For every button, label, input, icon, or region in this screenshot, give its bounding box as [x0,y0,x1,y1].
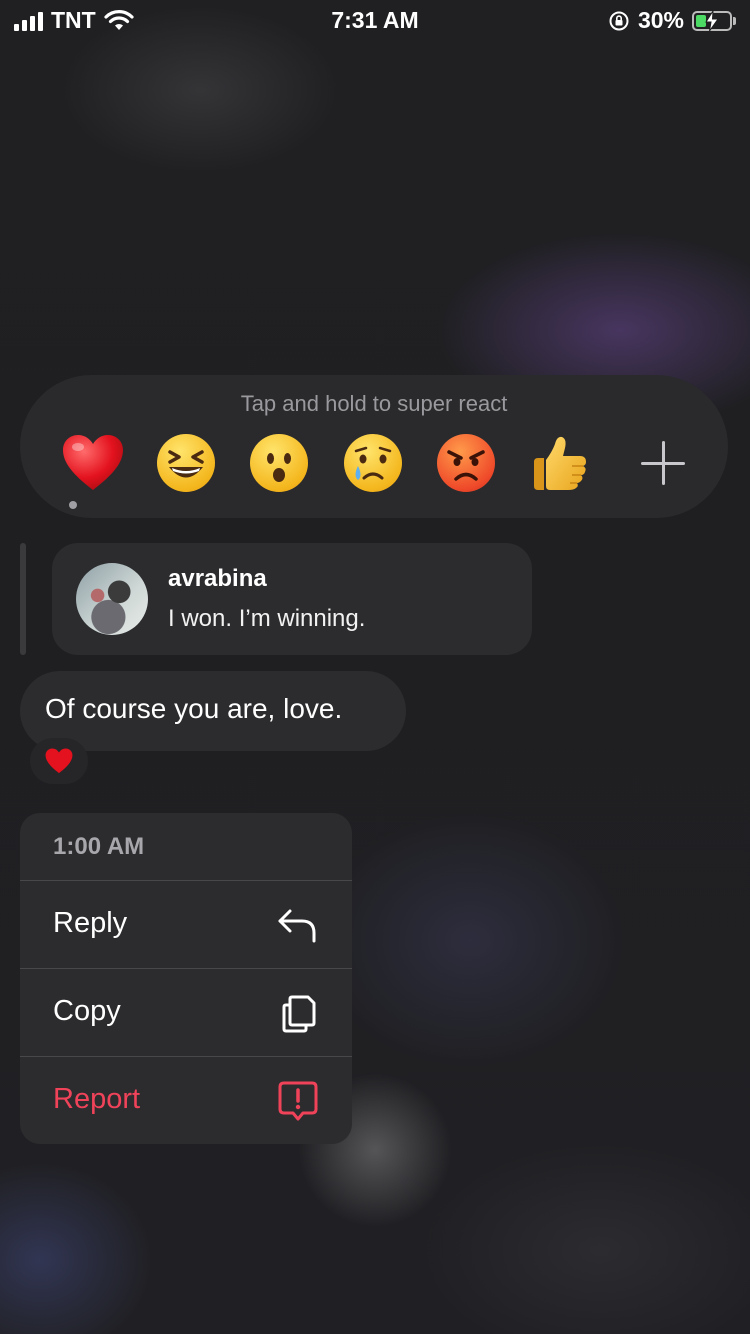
selected-reaction-indicator [69,501,77,509]
report-menu-item[interactable]: Report [20,1056,352,1144]
quote-indicator-line [20,543,26,655]
battery-cap [733,16,736,25]
copy-label: Copy [53,995,121,1027]
super-react-hint: Tap and hold to super react [240,391,508,416]
message-bubble[interactable]: Of course you are, love. [20,671,406,751]
message-timestamp: 1:00 AM [53,833,145,860]
reply-label: Reply [53,907,128,939]
angry-emoji-icon [437,434,495,492]
copy-icon [282,995,316,1033]
charging-bolt-icon [705,10,719,31]
crying-emoji-icon [344,434,402,492]
message-context-menu: 1:00 AM Reply Copy Report [20,813,352,1144]
status-right: 30% [608,7,736,34]
quoted-username: avrabina [168,565,267,592]
heart-emoji-icon [63,435,123,490]
reaction-laughing-button[interactable] [153,430,219,496]
thumbs-up-emoji-icon [534,436,586,490]
quoted-text: I won. I’m winning. [168,605,366,632]
reaction-bar: Tap and hold to super react [20,375,728,518]
orientation-lock-icon [609,11,629,30]
message-text: Of course you are, love. [45,693,343,724]
surprised-emoji-icon [250,434,308,492]
heart-reaction-icon [45,748,73,774]
report-icon [278,1081,318,1121]
reaction-surprised-button[interactable] [246,430,312,496]
status-bar: TNT 7:31 AM 30% [0,0,750,40]
report-label: Report [53,1083,141,1115]
battery-percent: 30% [637,7,684,33]
reaction-heart-button[interactable] [60,430,126,496]
message-reaction-chip[interactable] [30,738,88,784]
battery-icon [692,10,732,31]
reaction-angry-button[interactable] [433,430,499,496]
reply-icon [278,909,316,943]
more-reactions-plus-icon[interactable] [630,430,696,496]
laughing-emoji-icon [157,434,215,492]
quoted-message[interactable]: avrabina I won. I’m winning. [52,543,532,655]
avatar [76,563,148,635]
reply-menu-item[interactable]: Reply [20,880,352,968]
copy-menu-item[interactable]: Copy [20,968,352,1056]
reaction-thumbs-up-button[interactable] [526,430,592,496]
reaction-crying-button[interactable] [340,430,406,496]
